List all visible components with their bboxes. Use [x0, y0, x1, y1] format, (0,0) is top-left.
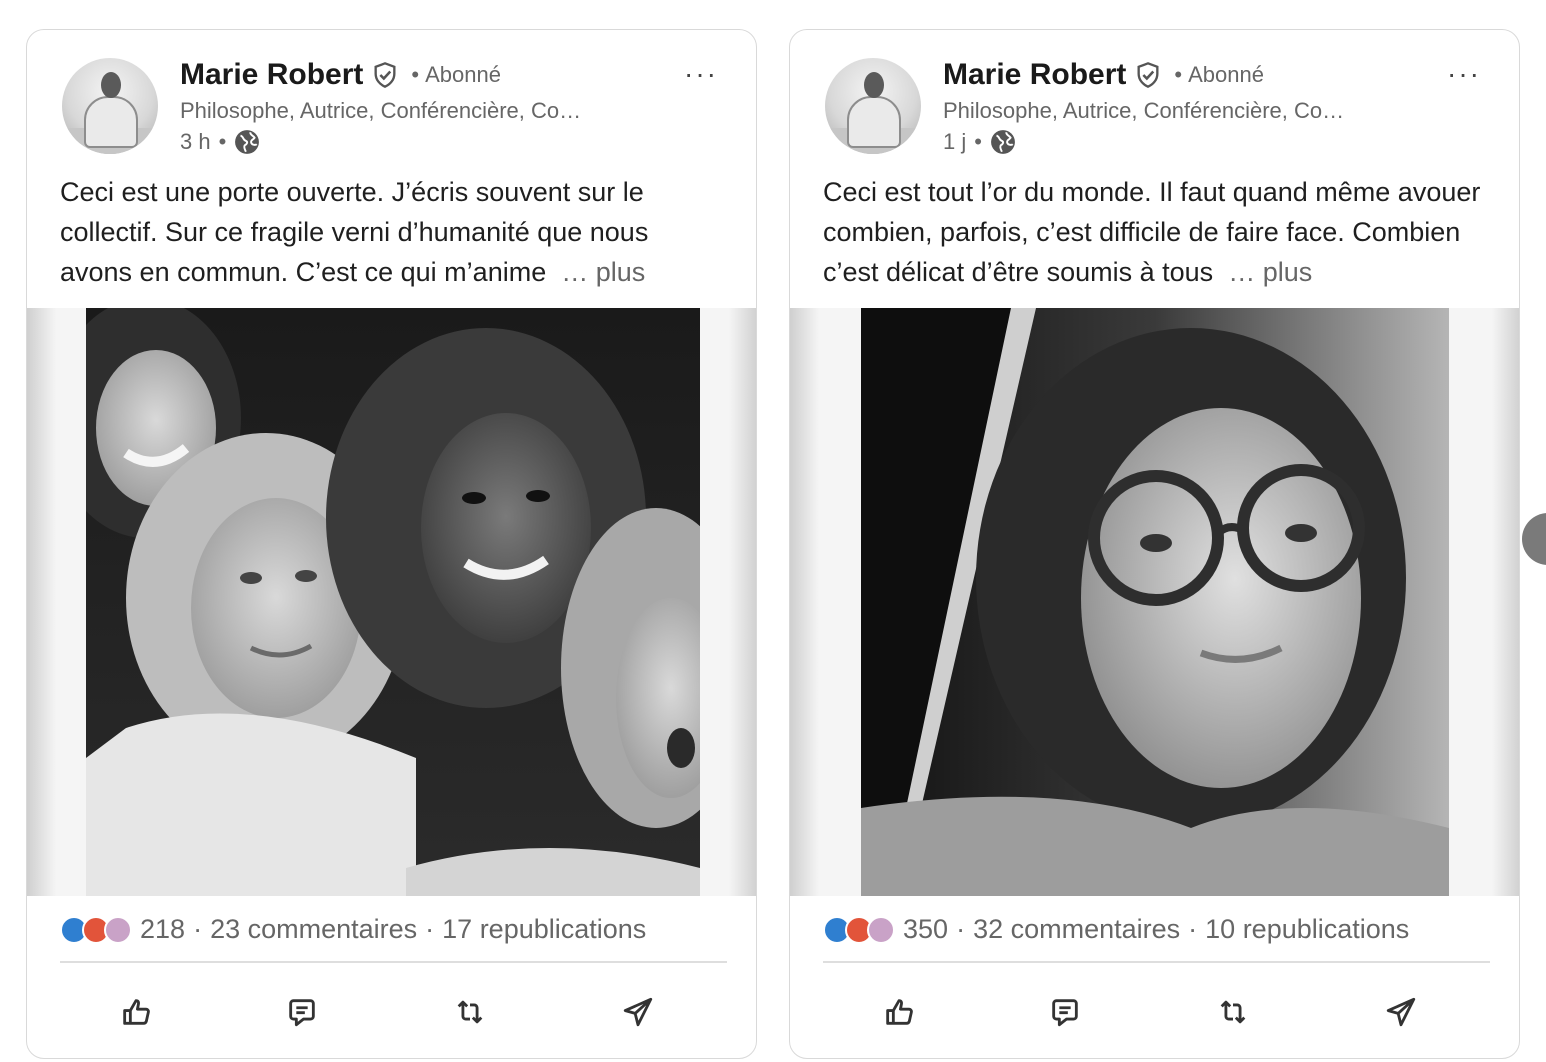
author-avatar[interactable]: [62, 58, 158, 154]
comments-count[interactable]: 23 commentaires: [210, 914, 417, 945]
follow-status: Abonné: [425, 62, 501, 87]
post-text: Ceci est une porte ouverte. J’écris souv…: [60, 172, 720, 292]
post-text: Ceci est tout l’or du monde. Il faut qua…: [823, 172, 1483, 292]
more-horizontal-icon[interactable]: ···: [1447, 58, 1481, 90]
stat-separator: ·: [425, 914, 435, 944]
more-horizontal-icon[interactable]: ···: [684, 58, 718, 90]
reactions-count[interactable]: 218: [140, 914, 185, 945]
separator-dot: •: [411, 62, 420, 87]
send-button[interactable]: [1381, 992, 1421, 1032]
post-meta: 1 j •: [943, 129, 1016, 155]
post-time: 1 j: [943, 129, 967, 154]
author-name[interactable]: Marie Robert: [943, 58, 1126, 92]
verified-shield-icon: [1137, 62, 1159, 88]
follow-status: Abonné: [1188, 62, 1264, 87]
reactions-count[interactable]: 350: [903, 914, 948, 945]
send-icon: [623, 997, 653, 1027]
author-name[interactable]: Marie Robert: [180, 58, 363, 92]
post-card: Marie Robert • Abonné Philosophe, Autric…: [26, 29, 757, 1059]
like-button[interactable]: [116, 992, 156, 1032]
author-avatar[interactable]: [825, 58, 921, 154]
like-button[interactable]: [879, 992, 919, 1032]
send-icon: [1386, 997, 1416, 1027]
comment-button[interactable]: [1045, 992, 1085, 1032]
feed: Marie Robert • Abonné Philosophe, Autric…: [0, 0, 1546, 1062]
like-icon: [886, 999, 913, 1025]
post-photo[interactable]: [86, 308, 700, 896]
repost-icon: [1220, 1000, 1246, 1024]
reaction-icons[interactable]: [60, 915, 132, 944]
repost-icon: [457, 1000, 483, 1024]
see-more-link[interactable]: … plus: [561, 257, 645, 287]
globe-icon: [235, 130, 260, 154]
author-headline: Philosophe, Autrice, Conférencière, Co…: [943, 98, 1345, 123]
engagement-stats: 350 · 32 commentaires · 10 republication…: [823, 914, 1409, 945]
like-icon: [123, 999, 150, 1025]
comment-button[interactable]: [282, 992, 322, 1032]
divider: [823, 961, 1490, 963]
separator-dot: •: [1174, 62, 1183, 87]
post-media[interactable]: [790, 308, 1519, 896]
post-media[interactable]: [27, 308, 756, 896]
post-photo[interactable]: [861, 308, 1449, 896]
author-headline: Philosophe, Autrice, Conférencière, Co…: [180, 98, 582, 123]
post-card: Marie Robert • Abonné Philosophe, Autric…: [789, 29, 1520, 1059]
send-button[interactable]: [618, 992, 658, 1032]
post-meta: 3 h •: [180, 129, 260, 155]
stat-separator: ·: [1188, 914, 1198, 944]
author-row: Marie Robert • Abonné: [180, 58, 501, 92]
post-body: Ceci est tout l’or du monde. Il faut qua…: [823, 177, 1481, 287]
support-reaction-icon: [104, 915, 132, 944]
comment-icon: [289, 999, 315, 1027]
stat-separator: ·: [956, 914, 966, 944]
separator-dot: •: [218, 129, 227, 154]
repost-button[interactable]: [450, 992, 490, 1032]
carousel-next-button[interactable]: [1522, 513, 1546, 565]
globe-icon: [991, 130, 1015, 154]
reposts-count[interactable]: 10 republications: [1205, 914, 1409, 945]
divider: [60, 961, 727, 963]
reaction-icons[interactable]: [823, 915, 895, 944]
comment-icon: [1052, 999, 1078, 1027]
action-bar: [823, 992, 1490, 1032]
see-more-link[interactable]: … plus: [1228, 257, 1312, 287]
comments-count[interactable]: 32 commentaires: [973, 914, 1180, 945]
repost-button[interactable]: [1213, 992, 1253, 1032]
action-bar: [60, 992, 727, 1032]
separator-dot: •: [974, 129, 982, 154]
post-time: 3 h: [180, 129, 211, 154]
engagement-stats: 218 · 23 commentaires · 17 republication…: [60, 914, 646, 945]
stat-separator: ·: [193, 914, 203, 944]
author-row: Marie Robert • Abonné: [943, 58, 1264, 92]
verified-shield-icon: [374, 62, 396, 88]
support-reaction-icon: [867, 915, 895, 944]
reposts-count[interactable]: 17 republications: [442, 914, 646, 945]
